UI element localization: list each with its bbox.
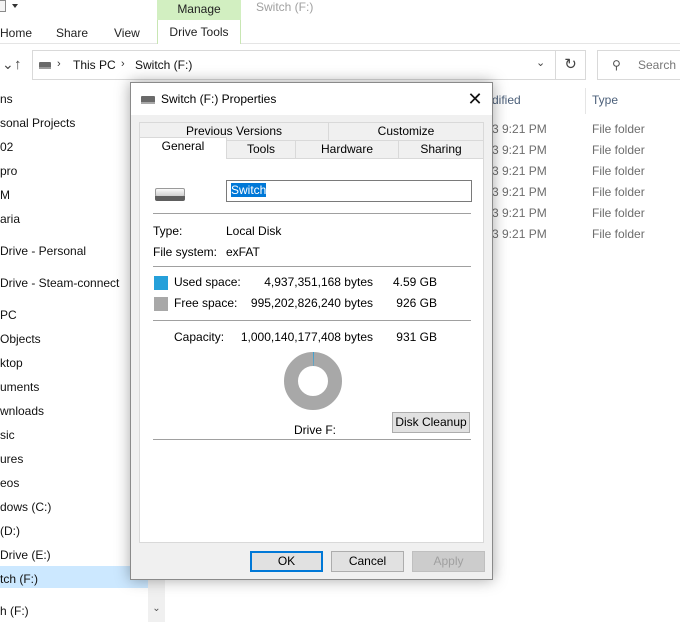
tab-tools[interactable]: Tools <box>226 140 296 159</box>
nav-item-music[interactable]: sic <box>0 428 15 442</box>
free-space-gb: 926 GB <box>396 296 437 310</box>
nav-item-switch-f-root[interactable]: h (F:) <box>0 604 29 618</box>
nav-item-this-pc[interactable]: PC <box>0 308 17 322</box>
divider <box>153 213 471 214</box>
nav-item-d-drive[interactable]: (D:) <box>0 524 20 538</box>
divider <box>153 439 471 440</box>
breadcrumb-switch[interactable]: Switch (F:) <box>135 58 192 72</box>
drive-name-field[interactable]: Switch <box>226 180 472 202</box>
nav-item-e-drive[interactable]: Drive (E:) <box>0 548 51 562</box>
nav-item-windows-c[interactable]: dows (C:) <box>0 500 51 514</box>
type-label: Type: <box>153 224 183 238</box>
ok-button[interactable]: OK <box>250 551 323 572</box>
breadcrumb-this-pc[interactable]: This PC <box>73 58 116 72</box>
type-value: Local Disk <box>226 224 282 238</box>
row-type[interactable]: File folder <box>592 227 645 241</box>
nav-item-3d-objects[interactable]: Objects <box>0 332 41 346</box>
tab-share[interactable]: Share <box>56 26 88 40</box>
free-space-bytes: 995,202,826,240 bytes <box>250 296 373 310</box>
drive-letter-label: Drive F: <box>294 423 336 437</box>
nav-item[interactable]: aria <box>0 212 20 226</box>
row-type[interactable]: File folder <box>592 185 645 199</box>
nav-item[interactable]: ns <box>0 92 13 106</box>
nav-item-switch-f[interactable]: tch (F:) <box>0 572 38 586</box>
divider <box>153 320 471 321</box>
manage-context-label: Manage <box>157 0 241 20</box>
nav-item-pictures[interactable]: ures <box>0 452 23 466</box>
tab-drive-tools[interactable]: Drive Tools <box>157 20 241 44</box>
column-divider[interactable] <box>585 88 586 114</box>
row-date[interactable]: 3 9:21 PM <box>492 143 547 157</box>
breadcrumb-separator-icon[interactable]: › <box>57 58 61 70</box>
properties-dialog: Switch (F:) Properties ✕ Previous Versio… <box>130 82 493 580</box>
tab-view[interactable]: View <box>114 26 140 40</box>
close-icon[interactable]: ✕ <box>461 87 489 111</box>
used-space-gb: 4.59 GB <box>392 275 437 289</box>
address-dropdown-icon[interactable]: ⌄ <box>536 56 545 69</box>
row-date[interactable]: 3 9:21 PM <box>492 206 547 220</box>
nav-item[interactable]: M <box>0 188 10 202</box>
scroll-down-chevron-icon[interactable]: ⌄ <box>148 600 165 617</box>
used-space-label: Used space: <box>174 275 241 289</box>
tab-home[interactable]: Home <box>0 26 32 40</box>
nav-item[interactable]: sonal Projects <box>0 116 75 130</box>
capacity-label: Capacity: <box>174 330 225 344</box>
nav-item-documents[interactable]: uments <box>0 380 39 394</box>
row-date[interactable]: 3 9:21 PM <box>492 185 547 199</box>
up-arrow-icon[interactable]: ↑ <box>14 56 22 73</box>
window-title: Switch (F:) <box>256 0 314 14</box>
breadcrumb-separator-icon[interactable]: › <box>121 58 125 70</box>
row-date[interactable]: 3 9:21 PM <box>492 122 547 136</box>
drive-name-value: Switch <box>231 183 267 197</box>
nav-item-downloads[interactable]: wnloads <box>0 404 44 418</box>
nav-item[interactable]: 02 <box>0 140 13 154</box>
tab-general[interactable]: General <box>139 137 227 159</box>
file-system-value: exFAT <box>226 245 260 259</box>
row-date[interactable]: 3 9:21 PM <box>492 164 547 178</box>
nav-item-videos[interactable]: eos <box>0 476 19 490</box>
drive-icon <box>155 188 185 202</box>
row-date[interactable]: 3 9:21 PM <box>492 227 547 241</box>
general-panel: Switch Type: Local Disk File system: exF… <box>139 158 484 543</box>
used-space-bytes: 4,937,351,168 bytes <box>264 275 373 289</box>
row-type[interactable]: File folder <box>592 122 645 136</box>
dialog-title: Switch (F:) Properties <box>161 92 277 106</box>
used-space-swatch <box>154 276 168 290</box>
capacity-bytes: 1,000,140,177,408 bytes <box>240 330 373 344</box>
refresh-button[interactable]: ↻ <box>556 50 586 80</box>
disk-usage-donut <box>284 352 342 410</box>
disk-cleanup-button[interactable]: Disk Cleanup <box>392 412 470 433</box>
nav-item-desktop[interactable]: ktop <box>0 356 23 370</box>
nav-item-onedrive-steam[interactable]: Drive - Steam-connect <box>0 276 119 290</box>
column-header-type[interactable]: Type <box>592 93 618 107</box>
dialog-titlebar[interactable]: Switch (F:) Properties ✕ <box>131 83 492 115</box>
divider <box>153 266 471 267</box>
search-placeholder: Search S <box>638 58 680 72</box>
drive-icon <box>39 62 51 69</box>
row-type[interactable]: File folder <box>592 143 645 157</box>
recent-locations-chevron-icon[interactable]: ⌄ <box>2 56 14 73</box>
tab-customize[interactable]: Customize <box>328 122 484 141</box>
file-system-label: File system: <box>153 245 218 259</box>
drive-icon <box>141 96 155 104</box>
apply-button[interactable]: Apply <box>412 551 485 572</box>
tab-sharing[interactable]: Sharing <box>398 140 484 159</box>
row-type[interactable]: File folder <box>592 164 645 178</box>
nav-item-onedrive-personal[interactable]: Drive - Personal <box>0 244 86 258</box>
quick-access-dropdown-icon[interactable] <box>0 0 22 14</box>
tab-hardware[interactable]: Hardware <box>295 140 399 159</box>
cancel-button[interactable]: Cancel <box>331 551 404 572</box>
address-bar[interactable]: › This PC › Switch (F:) ⌄ <box>32 50 556 80</box>
column-header-date-modified[interactable]: dified <box>492 93 521 107</box>
row-type[interactable]: File folder <box>592 206 645 220</box>
nav-item[interactable]: pro <box>0 164 17 178</box>
capacity-gb: 931 GB <box>396 330 437 344</box>
free-space-swatch <box>154 297 168 311</box>
free-space-label: Free space: <box>174 296 238 310</box>
ribbon: Home Share View Manage Drive Tools Switc… <box>0 0 680 44</box>
search-icon: ⚲ <box>612 58 621 72</box>
search-input[interactable]: ⚲ Search S <box>597 50 680 80</box>
